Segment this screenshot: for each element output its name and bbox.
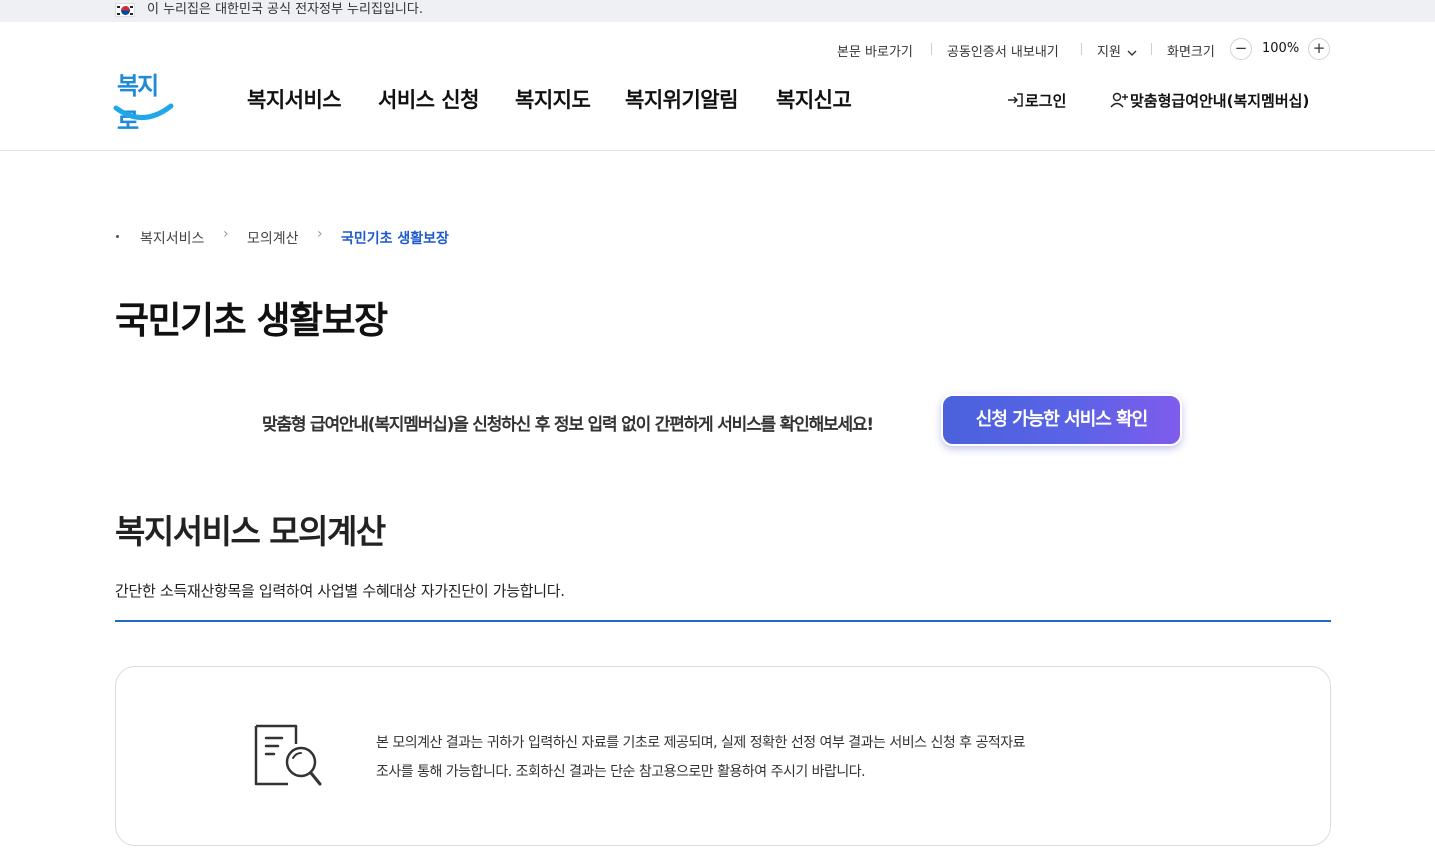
gov-banner: 이 누리집은 대한민국 공식 전자정부 누리집입니다. (0, 0, 1435, 22)
section-divider (115, 620, 1331, 622)
divider (1081, 43, 1082, 55)
login-icon (1008, 93, 1023, 107)
gnb-welfare-map[interactable]: 복지지도 (515, 84, 591, 114)
login-label: 로그인 (1025, 92, 1067, 110)
gnb-welfare-crisis-alert[interactable]: 복지위기알림 (625, 84, 738, 114)
logo-smile-icon (113, 103, 174, 120)
promo-text: 맞춤형 급여안내(복지멤버십)을 신청하신 후 정보 입력 없이 간편하게 서비… (262, 415, 874, 435)
header-divider (0, 150, 1435, 151)
breadcrumb-item[interactable]: 모의계산 (247, 228, 299, 248)
skip-to-content-link[interactable]: 본문 바로가기 (837, 41, 913, 63)
section-description: 간단한 소득재산항목을 입력하여 사업별 수혜대상 자가진단이 가능합니다. (115, 582, 565, 600)
notice-text-line-1: 본 모의계산 결과는 귀하가 입력하신 자료를 기초로 제공되며, 실제 정확한… (376, 735, 1026, 751)
chevron-down-icon (1127, 50, 1137, 56)
login-link[interactable]: 로그인 (1007, 90, 1066, 111)
section-title: 복지서비스 모의계산 (115, 512, 386, 551)
gov-banner-text: 이 누리집은 대한민국 공식 전자정부 누리집입니다. (147, 2, 423, 17)
zoom-out-button[interactable]: − (1230, 38, 1252, 60)
breadcrumb-current: 국민기초 생활보장 (341, 231, 449, 247)
page-title: 국민기초 생활보장 (115, 299, 388, 342)
user-add-icon (1110, 92, 1128, 108)
zoom-in-button[interactable]: + (1308, 38, 1330, 60)
membership-link[interactable]: 맞춤형급여안내(복지멤버십) (1110, 90, 1309, 111)
cert-export-link[interactable]: 공동인증서 내보내기 (947, 41, 1059, 63)
gnb-service-application[interactable]: 서비스 신청 (378, 84, 479, 114)
divider (1151, 43, 1152, 55)
support-menu[interactable]: 지원 (1097, 41, 1137, 63)
logo[interactable]: 복지로 (113, 66, 177, 135)
chevron-right-icon: › (317, 226, 323, 242)
check-available-services-button[interactable]: 신청 가능한 서비스 확인 (941, 394, 1182, 446)
support-label: 지원 (1097, 45, 1121, 60)
divider (931, 43, 932, 55)
zoom-level: 100% (1262, 41, 1300, 56)
membership-label: 맞춤형급여안내(복지멤버십) (1130, 92, 1310, 110)
document-search-icon (254, 724, 322, 786)
gnb-welfare-report[interactable]: 복지신고 (776, 84, 852, 114)
breadcrumb-item[interactable]: 복지서비스 (140, 228, 204, 248)
chevron-right-icon: › (223, 226, 229, 242)
korea-flag-icon (115, 3, 135, 17)
screen-size-label: 화면크기 (1167, 45, 1215, 60)
breadcrumb-home-dot (116, 235, 119, 238)
notice-text-line-2: 조사를 통해 가능합니다. 조회하신 결과는 단순 참고용으로만 활용하여 주시… (376, 764, 866, 780)
gnb-welfare-services[interactable]: 복지서비스 (247, 84, 342, 114)
